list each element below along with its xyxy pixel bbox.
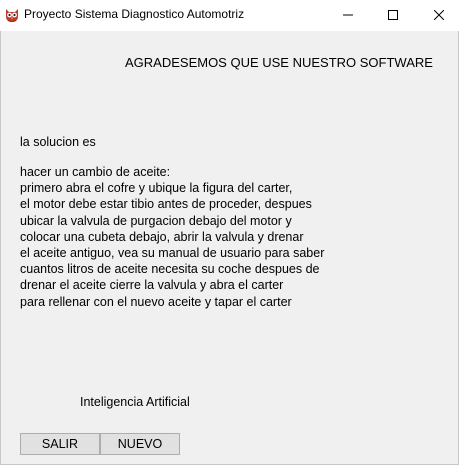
- solution-label: la solucion es: [20, 135, 96, 149]
- maximize-icon: [388, 7, 398, 25]
- solution-line: para rellenar con el nuevo aceite y tapa…: [20, 294, 292, 309]
- window-title: Proyecto Sistema Diagnostico Automotriz: [24, 7, 245, 21]
- new-button[interactable]: NUEVO: [100, 433, 180, 455]
- solution-line: el motor debe estar tibio antes de proce…: [20, 197, 312, 212]
- solution-line: drenar el aceite cierre la valvula y abr…: [20, 278, 284, 293]
- exit-button[interactable]: SALIR: [20, 433, 100, 455]
- app-window: Proyecto Sistema Diagnostico Automotriz …: [0, 0, 459, 465]
- form-client-area: AGRADESEMOS QUE USE NUESTRO SOFTWARE la …: [0, 31, 459, 465]
- footer-label: Inteligencia Artificial: [80, 395, 190, 409]
- minimize-button[interactable]: [325, 0, 371, 31]
- title-bar[interactable]: Proyecto Sistema Diagnostico Automotriz: [0, 0, 459, 31]
- maximize-button[interactable]: [370, 0, 416, 31]
- solution-line: ubicar la valvula de purgacion debajo de…: [20, 213, 292, 228]
- solution-line: cuantos litros de aceite necesita su coc…: [20, 262, 320, 277]
- minimize-icon: [343, 7, 353, 25]
- close-icon: [433, 7, 445, 25]
- solution-line: el aceite antiguo, vea su manual de usua…: [20, 246, 325, 261]
- solution-line: primero abra el cofre y ubique la figura…: [20, 181, 293, 196]
- solution-line: colocar una cubeta debajo, abrir la valv…: [20, 229, 304, 244]
- solution-line: hacer un cambio de aceite:: [20, 165, 171, 179]
- thanks-banner: AGRADESEMOS QUE USE NUESTRO SOFTWARE: [125, 55, 433, 70]
- close-button[interactable]: [416, 0, 459, 31]
- owl-app-icon: [4, 7, 20, 23]
- solution-text: hacer un cambio de aceite: primero abra …: [20, 164, 324, 310]
